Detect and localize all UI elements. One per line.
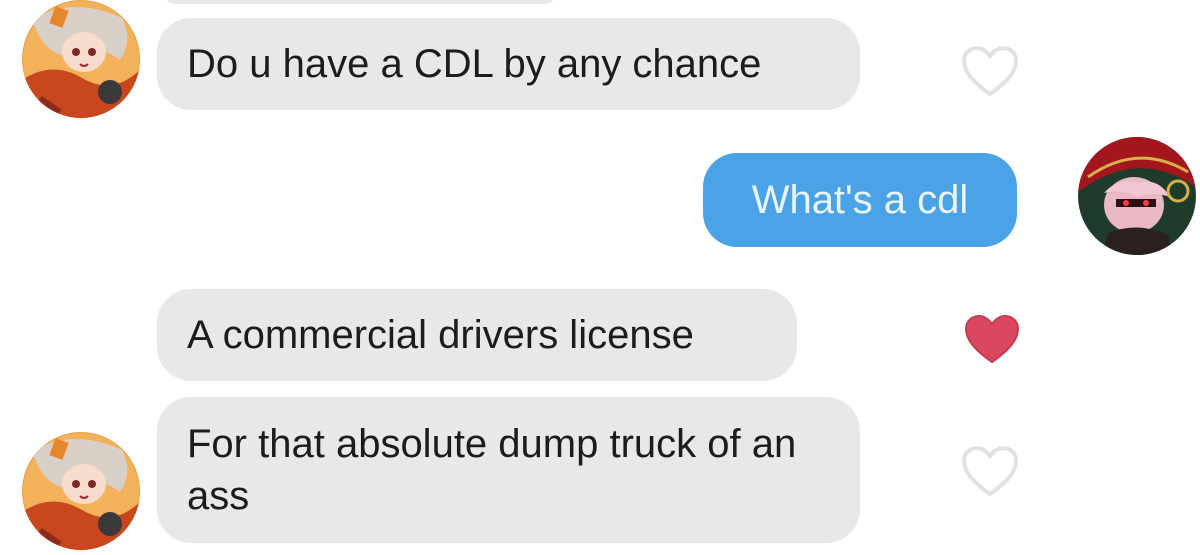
sender-avatar[interactable] xyxy=(22,432,140,550)
message-text: A commercial drivers license xyxy=(187,313,694,357)
anime-avatar-icon xyxy=(22,432,140,550)
sender-avatar[interactable] xyxy=(22,0,140,118)
chat-thread: Do u have a CDL by any chance What's a c… xyxy=(0,0,1200,555)
like-heart-icon[interactable] xyxy=(960,44,1020,100)
anime-avatar-icon xyxy=(1078,137,1196,255)
message-bubble-incoming[interactable]: For that absolute dump truck of an ass xyxy=(157,397,860,543)
recipient-avatar[interactable] xyxy=(1078,137,1196,255)
message-text: For that absolute dump truck of an ass xyxy=(187,422,797,518)
message-bubble-incoming[interactable]: A commercial drivers license xyxy=(157,289,797,381)
message-bubble-outgoing[interactable]: What's a cdl xyxy=(703,153,1017,247)
liked-heart-icon[interactable] xyxy=(962,312,1022,368)
anime-avatar-icon xyxy=(22,0,140,118)
message-text: What's a cdl xyxy=(751,178,969,222)
message-bubble-incoming[interactable]: Do u have a CDL by any chance xyxy=(157,18,860,110)
like-heart-icon[interactable] xyxy=(960,444,1020,500)
previous-message-bubble[interactable] xyxy=(160,0,560,4)
message-text: Do u have a CDL by any chance xyxy=(187,42,762,86)
